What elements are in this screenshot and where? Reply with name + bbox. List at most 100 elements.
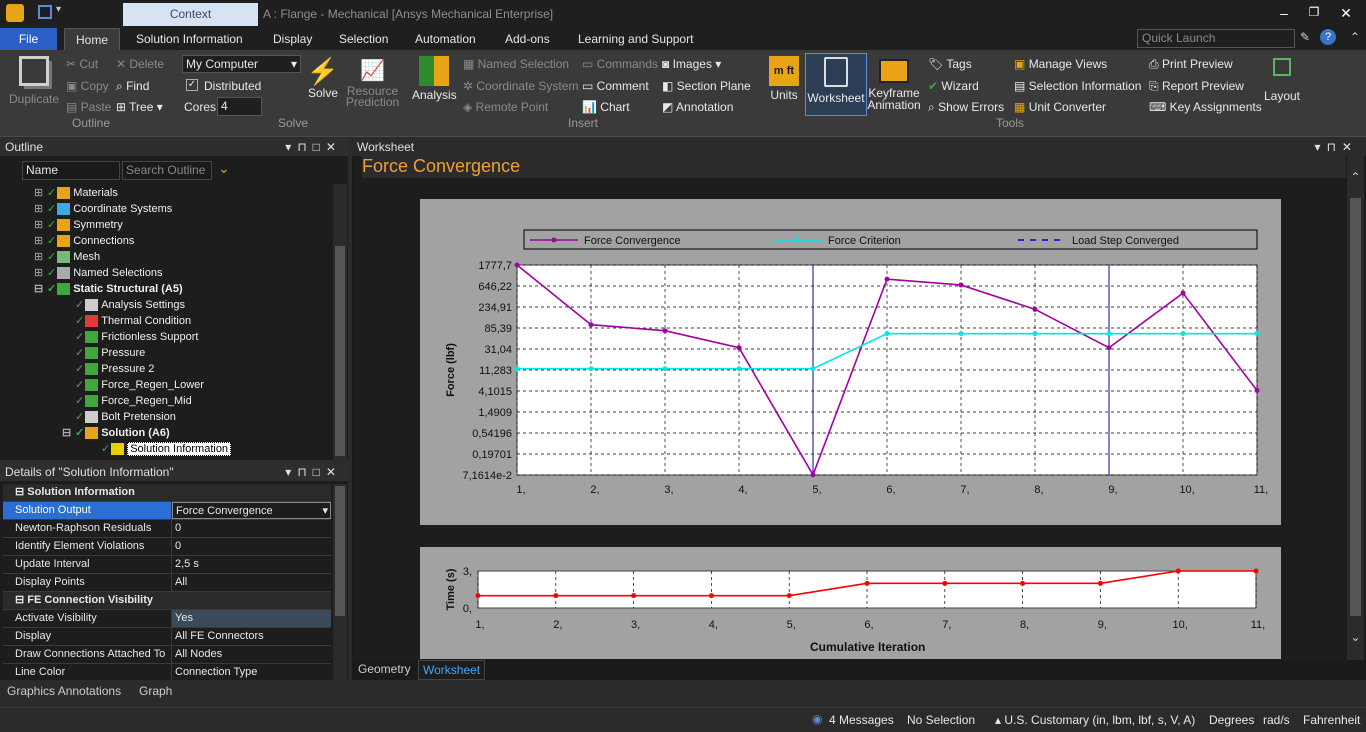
tab-worksheet[interactable]: Worksheet <box>418 660 486 680</box>
paste-button[interactable]: ▤ Paste <box>66 100 111 114</box>
messages-status[interactable]: 4 Messages <box>829 713 894 727</box>
outline-search-input[interactable]: Search Outline <box>122 161 212 180</box>
quick-launch-input[interactable]: Quick Launch <box>1137 29 1295 48</box>
tab-solution-information[interactable]: Solution Information <box>132 28 247 50</box>
duplicate-button[interactable]: Duplicate <box>8 54 60 106</box>
outline-expand-icon[interactable]: ⌄ <box>218 160 230 177</box>
print-preview-button[interactable]: ⎙ Print Preview <box>1149 57 1233 72</box>
worksheet-scrollbar[interactable]: ⌃ ⌄ <box>1347 156 1364 660</box>
tab-display[interactable]: Display <box>269 28 316 50</box>
tab-automation[interactable]: Automation <box>411 28 480 50</box>
tree-item[interactable]: ⊟ ✓ Solution (A6) <box>62 425 170 441</box>
expand-icon[interactable]: ⊞ <box>34 265 44 281</box>
help-icon[interactable]: ? <box>1320 29 1336 45</box>
tree-item[interactable]: ⊞ ✓ Connections <box>34 233 134 249</box>
chevron-down-icon[interactable]: ▾ <box>322 503 328 520</box>
scroll-up-icon[interactable]: ⌃ <box>1347 170 1364 184</box>
remote-point-button[interactable]: ◈ Remote Point <box>463 100 548 114</box>
tab-selection[interactable]: Selection <box>335 28 392 50</box>
temperature-status[interactable]: Fahrenheit <box>1303 713 1360 727</box>
minimize-icon[interactable]: – <box>1274 5 1294 21</box>
tree-item[interactable]: ⊞ ✓ Mesh <box>34 249 100 265</box>
details-row[interactable]: Identify Element Violations 0 <box>3 538 331 556</box>
wizard-button[interactable]: ✔ Wizard <box>928 79 979 93</box>
details-row[interactable]: Update Interval 2,5 s <box>3 556 331 574</box>
details-pane-controls-icon[interactable]: ▾⊓□✕ <box>285 463 342 481</box>
details-section-solution-information[interactable]: ⊟ Solution Information <box>3 484 331 502</box>
distributed-checkbox[interactable]: ✓ <box>186 79 198 91</box>
details-section-fe-connection[interactable]: ⊟ FE Connection Visibility <box>3 592 331 610</box>
tree-item[interactable]: ✓ Pressure 2 <box>62 361 154 377</box>
expand-icon[interactable]: ⊞ <box>34 249 44 265</box>
restore-icon[interactable]: ❐ <box>1304 5 1324 19</box>
tree-item[interactable]: ⊞ ✓ Symmetry <box>34 217 123 233</box>
outline-name-filter[interactable]: Name <box>22 161 120 180</box>
outline-scroll-thumb[interactable] <box>335 246 345 456</box>
solve-button[interactable]: ⚡ Solve <box>305 56 341 100</box>
tree-item[interactable]: ⊟ ✓ Static Structural (A5) <box>34 281 183 297</box>
tree-item[interactable]: ✓ Thermal Condition <box>62 313 191 329</box>
feedback-icon[interactable]: ✎ <box>1300 30 1310 44</box>
report-preview-button[interactable]: ⎘ Report Preview <box>1149 79 1244 94</box>
cores-input[interactable]: 4 <box>217 97 262 116</box>
tags-button[interactable]: 🏷 Tags <box>928 57 972 71</box>
tab-graphics-annotations[interactable]: Graphics Annotations <box>7 684 121 698</box>
images-button[interactable]: ◙ Images ▾ <box>662 57 721 71</box>
expand-icon[interactable]: ⊞ <box>34 185 44 201</box>
annotation-button[interactable]: ◩ Annotation <box>662 100 733 114</box>
tree-item[interactable]: ✓ Force_Regen_Mid <box>62 393 192 409</box>
units-button[interactable]: m ft Units <box>766 56 802 102</box>
comment-button[interactable]: ▭ Comment <box>582 79 649 93</box>
keyframe-animation-button[interactable]: Keyframe Animation <box>866 56 922 111</box>
details-row[interactable]: Display Points All <box>3 574 331 592</box>
tree-button[interactable]: ⊞ Tree ▾ <box>116 100 163 114</box>
find-button[interactable]: ⌕ Find <box>116 79 149 94</box>
tree-item[interactable]: ✓ Analysis Settings <box>62 297 185 313</box>
degrees-status[interactable]: Degrees <box>1209 713 1254 727</box>
tree-item[interactable]: ✓ Force_Regen_Lower <box>62 377 204 393</box>
tab-graph[interactable]: Graph <box>139 684 172 698</box>
save-icon[interactable] <box>38 5 52 19</box>
worksheet-button[interactable]: Worksheet <box>805 53 867 116</box>
layout-button[interactable]: Layout <box>1262 56 1302 103</box>
expand-icon[interactable]: ⊞ <box>34 233 44 249</box>
tree-item[interactable]: ✓ Bolt Pretension <box>62 409 176 425</box>
resource-prediction-button[interactable]: 📈 Resource Prediction <box>345 56 400 108</box>
computer-select[interactable]: My Computer ▾ <box>182 55 301 73</box>
tree-item[interactable]: ✓ Solution Information <box>88 441 232 457</box>
worksheet-scroll-thumb[interactable] <box>1350 198 1361 616</box>
expand-icon[interactable]: ⊞ <box>34 217 44 233</box>
tab-geometry[interactable]: Geometry <box>358 662 411 676</box>
unit-converter-button[interactable]: ▦ Unit Converter <box>1014 100 1106 114</box>
messages-icon[interactable]: ◉ <box>812 712 822 726</box>
collapse-icon[interactable]: ⊟ <box>62 425 72 441</box>
coordinate-system-button[interactable]: ✲ Coordinate System <box>463 79 578 93</box>
show-errors-button[interactable]: ⌕ Show Errors <box>928 100 1004 115</box>
details-row[interactable]: Newton-Raphson Residuals 0 <box>3 520 331 538</box>
tree-item[interactable]: ⊞ ✓ Named Selections <box>34 265 163 281</box>
tree-item[interactable]: ✓ Frictionless Support <box>62 329 198 345</box>
selection-information-button[interactable]: ▤ Selection Information <box>1014 79 1141 93</box>
details-row[interactable]: Activate Visibility Yes <box>3 610 331 628</box>
tab-addons[interactable]: Add-ons <box>501 28 554 50</box>
copy-button[interactable]: ▣ Copy <box>66 79 109 93</box>
tree-item[interactable]: ✓ Pressure <box>62 345 145 361</box>
tree-item[interactable]: ⊞ ✓ Materials <box>34 185 118 201</box>
worksheet-pane-controls-icon[interactable]: ▾⊓✕ <box>1315 138 1358 156</box>
rads-status[interactable]: rad/s <box>1263 713 1290 727</box>
tab-file[interactable]: File <box>0 28 57 50</box>
details-scrollbar[interactable] <box>333 484 347 680</box>
expand-icon[interactable]: ⊞ <box>34 201 44 217</box>
delete-button[interactable]: ✕ Delete <box>116 57 164 71</box>
details-row[interactable]: Display All FE Connectors <box>3 628 331 646</box>
tree-item[interactable]: ⊞ ✓ Coordinate Systems <box>34 201 172 217</box>
collapse-ribbon-icon[interactable]: ⌃ <box>1350 30 1360 44</box>
details-row-solution-output[interactable]: Solution Output Force Convergence ▾ <box>3 502 331 520</box>
manage-views-button[interactable]: ▣ Manage Views <box>1014 57 1107 71</box>
units-status[interactable]: ▴ U.S. Customary (in, lbm, lbf, s, V, A) <box>995 713 1195 727</box>
analysis-button[interactable]: Analysis <box>412 56 457 102</box>
tab-learning[interactable]: Learning and Support <box>574 28 697 50</box>
cut-button[interactable]: ✂ Cut <box>66 57 98 71</box>
pane-controls-icon[interactable]: ▾⊓□✕ <box>285 138 342 156</box>
key-assignments-button[interactable]: ⌨ Key Assignments <box>1149 100 1262 114</box>
